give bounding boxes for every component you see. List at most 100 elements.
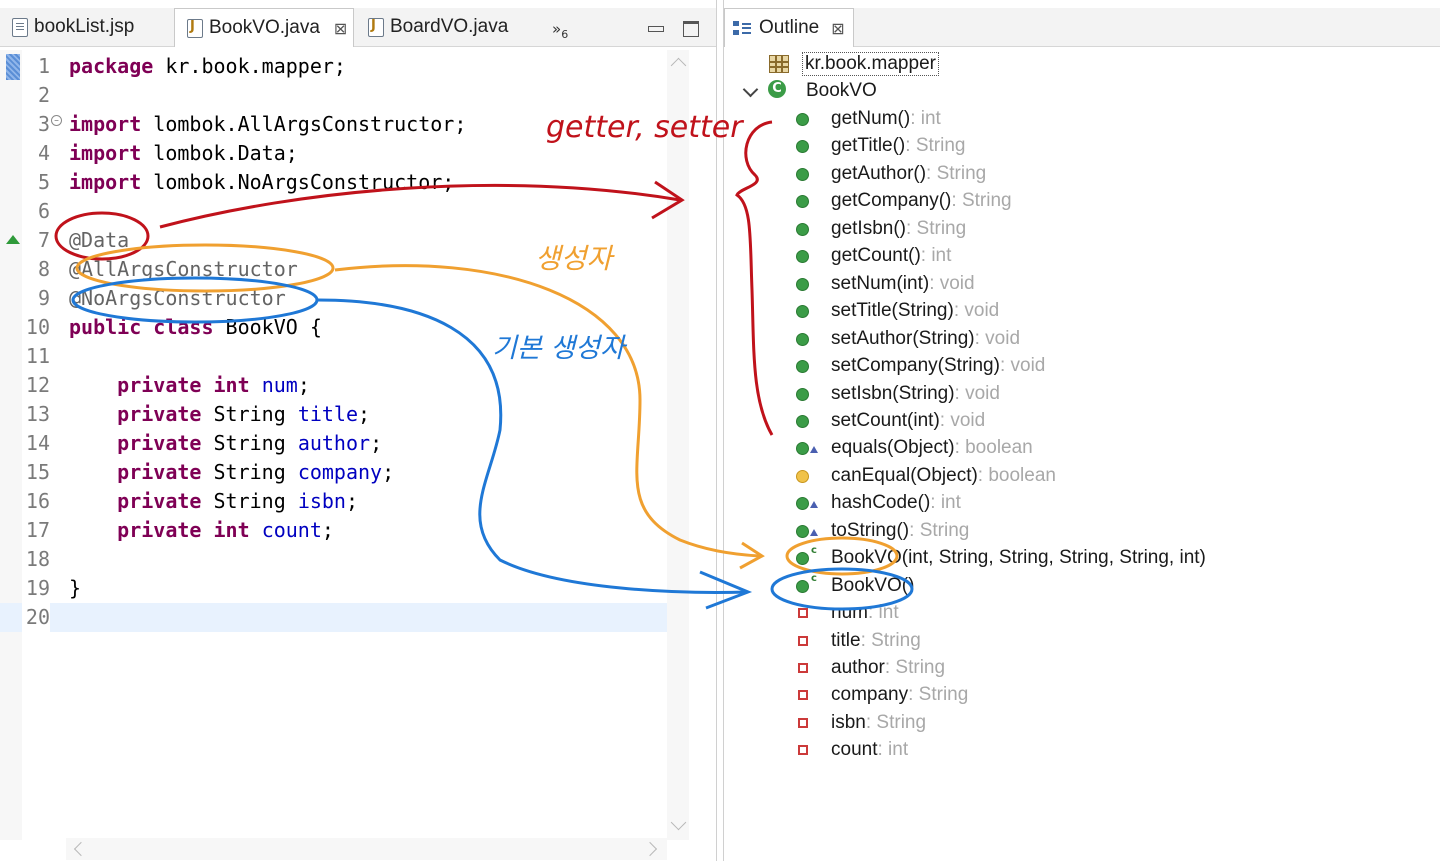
code-line: 12 private int num; — [0, 371, 667, 400]
keyword: private — [117, 402, 202, 426]
private-field-icon — [798, 690, 808, 700]
public-method-icon — [796, 113, 809, 126]
handwritten-default-constructor-label: 기본 생성자 — [492, 333, 625, 364]
code-text: lombok.NoArgsConstructor; — [141, 170, 455, 194]
tree-item-field-count[interactable]: count : int — [794, 736, 908, 763]
tree-item-getnum[interactable]: getNum() : int — [794, 105, 941, 132]
tree-item-setisbn[interactable]: setIsbn(String) : void — [794, 380, 1000, 407]
code-editor[interactable]: 1 package kr.book.mapper; 2 3 − import l… — [0, 50, 667, 840]
public-method-icon — [796, 360, 809, 373]
code-text: lombok.Data; — [141, 141, 298, 165]
private-field-icon — [798, 718, 808, 728]
close-tab-icon[interactable]: ⊠ — [831, 19, 844, 38]
scroll-up-icon[interactable] — [670, 57, 687, 74]
tree-item-constructor-all-args[interactable]: c BookVO(int, String, String, String, Str… — [794, 544, 1206, 571]
tab-label: BoardVO.java — [390, 16, 509, 37]
member-return-type: : String — [865, 711, 927, 733]
tree-item-settitle[interactable]: setTitle(String) : void — [794, 297, 999, 324]
fold-collapse-icon[interactable]: − — [51, 115, 62, 126]
tab-boardvo-java[interactable]: BoardVO.java — [356, 8, 526, 46]
tree-item-setnum[interactable]: setNum(int) : void — [794, 270, 975, 297]
tree-item-class[interactable]: C BookVO — [742, 77, 877, 104]
tree-item-canequal[interactable]: canEqual(Object) : boolean — [794, 462, 1056, 489]
override-icon — [810, 446, 818, 453]
tree-item-getcompany[interactable]: getCompany() : String — [794, 187, 1012, 214]
tab-bookvo-java[interactable]: BookVO.java ⊠ — [174, 8, 354, 47]
tree-item-field-title[interactable]: title : String — [794, 627, 921, 654]
member-return-type: : String — [926, 162, 987, 184]
member-signature: setAuthor(String) — [831, 327, 975, 349]
member-signature: setTitle(String) — [831, 299, 954, 321]
member-signature: num — [831, 601, 868, 623]
tree-item-hashcode[interactable]: hashCode() : int — [794, 489, 961, 516]
member-return-type: : int — [920, 244, 952, 266]
tree-item-getisbn[interactable]: getIsbn() : String — [794, 215, 966, 242]
close-tab-icon[interactable]: ⊠ — [334, 19, 347, 38]
java-file-icon — [368, 17, 384, 37]
constructor-icon: c — [811, 545, 817, 556]
tree-item-getauthor[interactable]: getAuthor() : String — [794, 160, 986, 187]
keyword: private — [117, 518, 202, 542]
member-return-type: : void — [939, 409, 986, 431]
keyword: int — [213, 373, 250, 397]
scroll-right-icon[interactable] — [642, 841, 658, 857]
member-return-type: : String — [860, 629, 921, 651]
tree-item-constructor-no-args[interactable]: c BookVO() — [794, 572, 914, 599]
tree-item-tostring[interactable]: toString() : String — [794, 517, 969, 544]
keyword: import — [69, 170, 142, 194]
tree-item-setcount[interactable]: setCount(int) : void — [794, 407, 985, 434]
annotation-text: @Data — [69, 228, 130, 252]
horizontal-scrollbar[interactable] — [66, 838, 667, 860]
member-return-type: : boolean — [977, 464, 1056, 486]
keyword: private — [117, 373, 202, 397]
tree-item-setauthor[interactable]: setAuthor(String) : void — [794, 325, 1020, 352]
tree-item-field-author[interactable]: author : String — [794, 654, 945, 681]
keyword: int — [213, 518, 250, 542]
outline-tab-bar: Outline ⊠ — [724, 8, 1440, 47]
tree-item-equals[interactable]: equals(Object) : boolean — [794, 434, 1033, 461]
code-line: 1 package kr.book.mapper; — [0, 52, 667, 81]
line-number: 6 — [37, 199, 50, 223]
scroll-left-icon[interactable] — [73, 841, 89, 857]
tab-outline[interactable]: Outline ⊠ — [724, 8, 854, 47]
public-method-icon — [796, 497, 809, 510]
field-name: author — [297, 431, 371, 455]
class-label: BookVO — [806, 79, 877, 101]
type-name: String — [213, 489, 286, 513]
maximize-button[interactable] — [680, 18, 702, 40]
tree-item-getcount[interactable]: getCount() : int — [794, 242, 951, 269]
tree-item-field-num[interactable]: num : int — [794, 599, 899, 626]
member-signature: count — [831, 738, 878, 760]
tree-item-gettitle[interactable]: getTitle() : String — [794, 132, 965, 159]
tab-booklist-jsp[interactable]: bookList.jsp — [0, 8, 172, 46]
code-text: ; — [382, 460, 395, 484]
member-signature: author — [831, 656, 885, 678]
tree-item-field-company[interactable]: company : String — [794, 681, 968, 708]
chevron-down-icon[interactable] — [742, 81, 759, 98]
tree-item-setcompany[interactable]: setCompany(String) : void — [794, 352, 1045, 379]
member-signature: hashCode() — [831, 491, 931, 513]
overflow-chevron-icon: » — [552, 20, 562, 38]
class-icon: C — [768, 80, 786, 98]
scroll-down-icon[interactable] — [670, 814, 687, 831]
member-return-type: : String — [905, 134, 966, 156]
vertical-scrollbar[interactable] — [667, 50, 689, 840]
line-number: 18 — [25, 547, 50, 571]
tree-item-field-isbn[interactable]: isbn : String — [794, 709, 926, 736]
public-method-icon — [796, 580, 809, 593]
keyword: import — [69, 112, 142, 136]
code-text: ; — [345, 489, 359, 513]
code-line: 15 private String company; — [0, 458, 667, 487]
public-method-icon — [796, 525, 809, 538]
line-number: 5 — [37, 170, 50, 194]
field-name: num — [261, 373, 298, 397]
member-signature: BookVO(int, String, String, String, Stri… — [831, 546, 1206, 568]
line-number: 4 — [37, 141, 50, 165]
line-number: 2 — [37, 83, 50, 107]
keyword: private — [117, 431, 202, 455]
tree-item-package[interactable]: kr.book.mapper — [766, 50, 939, 77]
bookmark-marker-icon — [6, 54, 20, 80]
line-number: 1 — [37, 54, 50, 78]
tab-overflow-button[interactable]: »6 — [552, 20, 568, 41]
minimize-button[interactable] — [645, 18, 667, 40]
